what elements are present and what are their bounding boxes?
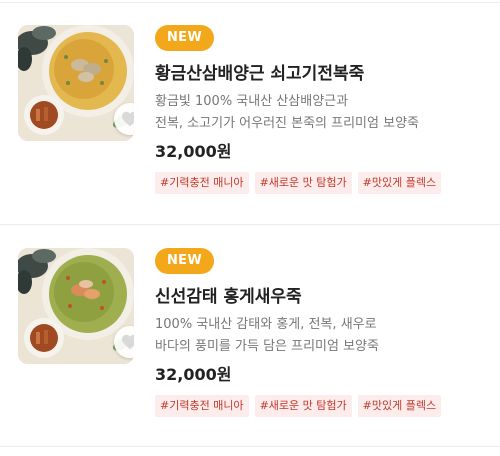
product-card[interactable]: NEW 황금산삼배양근 쇠고기전복죽 황금빛 100% 국내산 산삼배양근과 전… <box>0 25 500 215</box>
product-image[interactable] <box>18 248 134 364</box>
product-price: 32,000원 <box>155 142 232 161</box>
description-line: 황금빛 100% 국내산 산삼배양근과 <box>155 94 349 109</box>
product-divider <box>0 224 500 225</box>
product-title[interactable]: 신선감태 홍게새우죽 <box>155 285 485 309</box>
hashtag-list: #기력충전 매니아 #새로운 맛 탐험가 #맛있게 플렉스 <box>155 395 485 417</box>
heart-icon <box>122 334 134 350</box>
hashtag[interactable]: #새로운 맛 탐험가 <box>254 395 352 417</box>
new-badge: NEW <box>155 25 214 51</box>
product-card[interactable]: NEW 신선감태 홍게새우죽 100% 국내산 감태와 홍게, 전복, 새우로 … <box>0 248 500 438</box>
top-divider <box>0 2 500 3</box>
product-price: 32,000원 <box>155 365 232 384</box>
new-badge: NEW <box>155 248 214 274</box>
hashtag[interactable]: #맛있게 플렉스 <box>357 172 442 194</box>
product-divider <box>0 446 500 447</box>
product-info: NEW 황금산삼배양근 쇠고기전복죽 황금빛 100% 국내산 산삼배양근과 전… <box>155 25 485 194</box>
product-info: NEW 신선감태 홍게새우죽 100% 국내산 감태와 홍게, 전복, 새우로 … <box>155 248 485 417</box>
description-line: 100% 국내산 감태와 홍게, 전복, 새우로 <box>155 317 377 332</box>
hashtag[interactable]: #새로운 맛 탐험가 <box>254 172 352 194</box>
heart-icon <box>122 111 134 127</box>
hashtag[interactable]: #기력충전 매니아 <box>155 172 249 194</box>
hashtag[interactable]: #맛있게 플렉스 <box>357 395 442 417</box>
description-line: 전복, 소고기가 어우러진 본죽의 프리미엄 보양죽 <box>155 116 419 131</box>
description-line: 바다의 풍미를 가득 담은 프리미엄 보양죽 <box>155 339 379 354</box>
product-description: 100% 국내산 감태와 홍게, 전복, 새우로 바다의 풍미를 가득 담은 프… <box>155 314 485 358</box>
hashtag-list: #기력충전 매니아 #새로운 맛 탐험가 #맛있게 플렉스 <box>155 172 485 194</box>
product-description: 황금빛 100% 국내산 산삼배양근과 전복, 소고기가 어우러진 본죽의 프리… <box>155 91 485 135</box>
hashtag[interactable]: #기력충전 매니아 <box>155 395 249 417</box>
product-image[interactable] <box>18 25 134 141</box>
product-title[interactable]: 황금산삼배양근 쇠고기전복죽 <box>155 62 485 86</box>
